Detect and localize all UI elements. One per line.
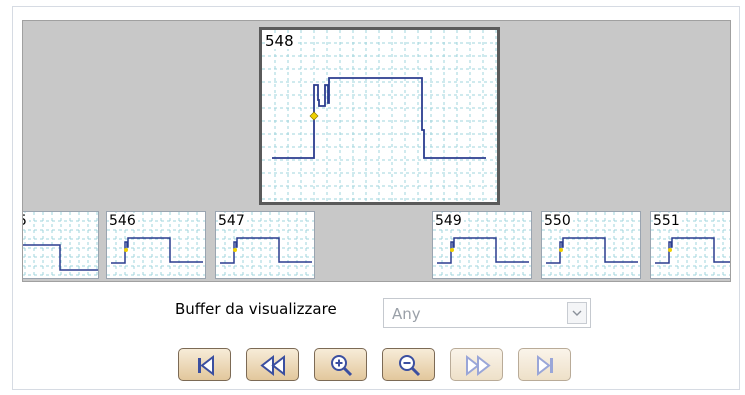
frame-thumbnail-545[interactable]: 5 [23,211,99,279]
fast-forward-icon [466,354,491,377]
frame-550-number: 550 [544,213,573,229]
frame-548-number: 548 [265,32,296,50]
frame-547-number: 547 [218,213,247,229]
grid-lines [262,30,497,202]
chevron-down-icon[interactable] [567,302,587,324]
frame-549-marker [450,248,454,252]
frame-545-trace [23,212,98,278]
frame-thumbnail-546[interactable]: 546 [106,211,206,279]
last-frame-button[interactable] [518,348,571,381]
zoom-out-button[interactable] [382,348,435,381]
frame-551-number: 551 [653,213,682,229]
frame-thumbnail-550[interactable]: 550 [541,211,641,279]
buffer-select-value: Any [392,305,421,323]
frame-548-trace [262,30,497,202]
frame-546-marker [124,248,128,252]
buffer-select[interactable]: Any [383,298,591,328]
skip-last-icon [537,354,553,377]
skip-first-icon [198,354,214,377]
frame-viewer[interactable]: 5 546 547 549 550 [22,20,731,282]
frame-551-marker [668,248,672,252]
zoom-in-button[interactable] [314,348,367,381]
zoom-out-icon [399,355,421,377]
rewind-icon [260,354,285,377]
frame-thumbnail-547[interactable]: 547 [215,211,315,279]
first-frame-button[interactable] [178,348,231,381]
frame-551-waveform [655,237,730,264]
buffer-label: Buffer da visualizzare [175,300,337,318]
frame-thumbnail-551[interactable]: 551 [650,211,730,279]
frame-thumbnail-549[interactable]: 549 [432,211,532,279]
previous-frame-button[interactable] [246,348,299,381]
zoom-in-icon [331,355,353,377]
frame-546-number: 546 [109,213,138,229]
frame-549-number: 549 [435,213,464,229]
frame-547-marker [233,248,237,252]
next-frame-button[interactable] [450,348,503,381]
frame-545-number: 5 [23,213,29,229]
frame-550-marker [559,248,563,252]
frame-selected-548[interactable]: 548 [259,27,500,205]
frame-548-marker [309,111,319,121]
